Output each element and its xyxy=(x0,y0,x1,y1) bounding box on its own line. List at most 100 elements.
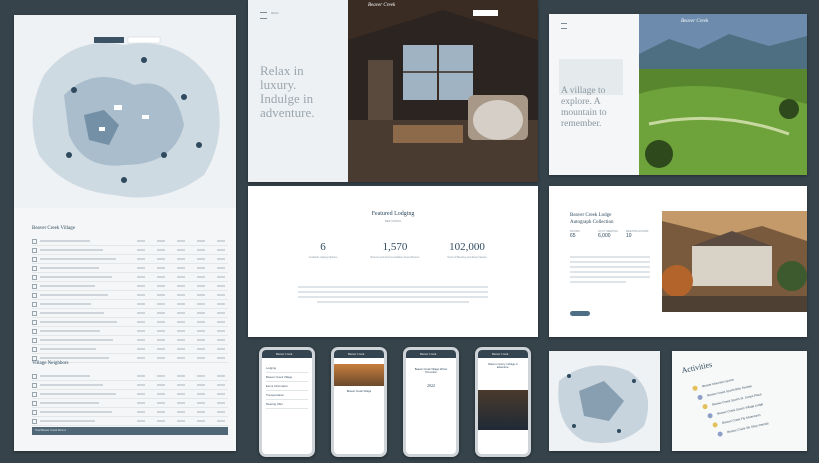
row-value xyxy=(177,348,185,350)
lodge-panel: Beaver Creek Lodge Autograph Collection … xyxy=(549,186,807,337)
featured-stat-value: 6 xyxy=(320,241,326,253)
row-value xyxy=(177,339,185,341)
phone-menu-item[interactable]: Event Information xyxy=(266,382,308,391)
village-logo: Beaver Creek xyxy=(681,19,709,24)
table-row xyxy=(32,282,228,291)
row-checkbox[interactable] xyxy=(32,383,37,388)
lodge-exterior-photo xyxy=(662,211,807,312)
row-value xyxy=(217,420,225,422)
phone-menu-item[interactable]: Transportation xyxy=(266,391,308,400)
row-checkbox[interactable] xyxy=(32,347,37,352)
lodge-stat-value: 10 xyxy=(626,233,632,239)
row-checkbox[interactable] xyxy=(32,266,37,271)
activities-content: Activities Beaver Mountain Sports Beaver … xyxy=(673,351,807,451)
row-value xyxy=(197,339,205,341)
row-checkbox[interactable] xyxy=(32,302,37,307)
row-value xyxy=(217,402,225,404)
row-value xyxy=(157,240,165,242)
phone-menu-item[interactable]: Meeting Offer xyxy=(266,400,308,409)
row-value xyxy=(137,357,145,359)
row-value xyxy=(217,240,225,242)
row-checkbox[interactable] xyxy=(32,311,37,316)
row-checkbox[interactable] xyxy=(32,275,37,280)
row-checkbox[interactable] xyxy=(32,401,37,406)
table-footer: Total Beaver Creek Rooms xyxy=(32,427,228,435)
table-row xyxy=(32,318,228,327)
table-row xyxy=(32,390,228,399)
row-value xyxy=(137,393,145,395)
row-value xyxy=(177,357,185,359)
row-value xyxy=(137,258,145,260)
activities-title: Activities xyxy=(680,359,713,376)
activity-dot-icon xyxy=(712,421,719,428)
featured-stat: 102,000 Sq Ft of Meeting and Event Space xyxy=(432,241,502,259)
row-value xyxy=(137,411,145,413)
hero-panel: MENU Relax in luxury. Indulge in adventu… xyxy=(248,0,538,182)
row-name xyxy=(40,375,90,377)
phone-menu-item[interactable]: Lodging xyxy=(266,364,308,373)
row-checkbox[interactable] xyxy=(32,419,37,424)
lodge-cta-button[interactable] xyxy=(570,311,590,316)
row-value xyxy=(157,330,165,332)
row-value xyxy=(197,402,205,404)
row-value xyxy=(137,384,145,386)
lodge-title-line-2: Autograph Collection xyxy=(570,220,614,225)
row-checkbox[interactable] xyxy=(32,374,37,379)
row-value xyxy=(137,249,145,251)
row-checkbox[interactable] xyxy=(32,284,37,289)
phone-2-caption: Beaver Creek Village xyxy=(346,390,372,393)
row-value xyxy=(217,249,225,251)
menu-icon[interactable] xyxy=(260,12,267,19)
row-value xyxy=(197,375,205,377)
row-checkbox[interactable] xyxy=(32,329,37,334)
phone-3-year: 2022 xyxy=(427,383,435,388)
activity-dot-icon xyxy=(697,394,704,401)
row-checkbox[interactable] xyxy=(32,248,37,253)
phone-3-caption: Beaver Creek Village Winter Promotion xyxy=(414,368,448,374)
activity-item[interactable]: Beaver Creek Ski Shop Rentals xyxy=(727,421,769,434)
row-checkbox[interactable] xyxy=(32,338,37,343)
phone-1-menu: Lodging Beaver Creek Village Event Informa… xyxy=(266,364,308,409)
row-value xyxy=(177,240,185,242)
row-checkbox[interactable] xyxy=(32,410,37,415)
row-value xyxy=(157,393,165,395)
featured-stat-value: 102,000 xyxy=(449,241,485,253)
activities-list: Beaver Mountain Sports Beaver Creek Sport… xyxy=(673,351,795,438)
activity-dot-icon xyxy=(702,403,709,410)
table-row xyxy=(32,327,228,336)
village-headline: A village to explore. A mountain to reme… xyxy=(561,86,607,130)
row-value xyxy=(197,267,205,269)
row-checkbox[interactable] xyxy=(32,392,37,397)
activity-item[interactable]: Beaver Mountain Sports xyxy=(702,378,734,389)
table-row xyxy=(32,381,228,390)
row-checkbox[interactable] xyxy=(32,239,37,244)
row-value xyxy=(137,339,145,341)
row-value xyxy=(157,285,165,287)
table-row xyxy=(32,237,228,246)
row-value xyxy=(177,249,185,251)
row-checkbox[interactable] xyxy=(32,257,37,262)
menu-label[interactable]: MENU xyxy=(271,12,279,15)
row-checkbox[interactable] xyxy=(32,293,37,298)
row-value xyxy=(177,375,185,377)
lodge-stat-value: 65 xyxy=(570,233,576,239)
row-checkbox[interactable] xyxy=(32,320,37,325)
phone-mockup-2: Beaver Creek Beaver Creek Village xyxy=(331,347,387,457)
phone-mockup-3: Beaver Creek Beaver Creek Village Winter… xyxy=(403,347,459,457)
village-line-2: explore. A xyxy=(561,97,601,107)
row-name xyxy=(40,348,96,350)
row-name xyxy=(40,276,112,278)
row-value xyxy=(137,420,145,422)
phone-2-photo xyxy=(334,364,384,386)
phone-menu-item[interactable]: Beaver Creek Village xyxy=(266,373,308,382)
village-menu-icon[interactable] xyxy=(561,23,567,29)
row-value xyxy=(177,258,185,260)
row-value xyxy=(197,384,205,386)
row-value xyxy=(197,393,205,395)
golf-course-photo xyxy=(639,14,807,175)
row-value xyxy=(197,249,205,251)
row-value xyxy=(177,267,185,269)
row-value xyxy=(217,312,225,314)
row-value xyxy=(177,330,185,332)
row-value xyxy=(157,321,165,323)
